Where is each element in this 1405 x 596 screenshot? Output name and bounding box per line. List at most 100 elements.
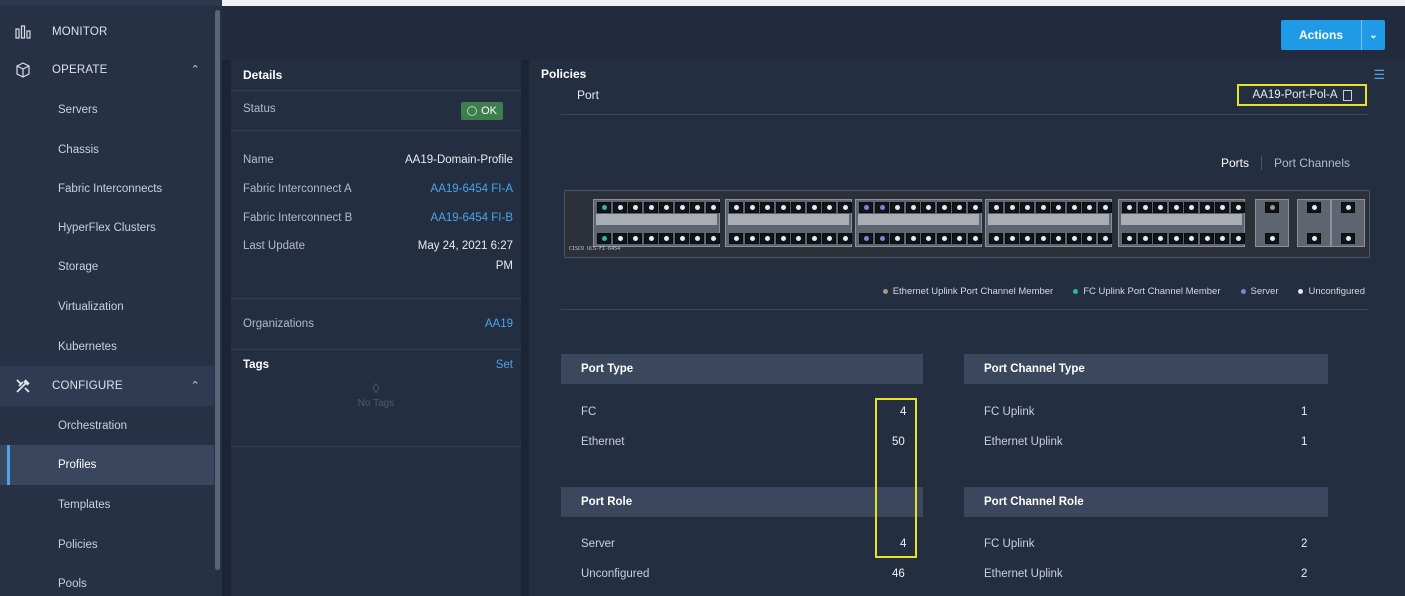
switch-port[interactable] bbox=[837, 233, 852, 244]
switch-port[interactable] bbox=[1168, 202, 1183, 213]
switch-port[interactable] bbox=[760, 233, 774, 244]
sidebar-item-profiles[interactable]: Profiles bbox=[0, 445, 214, 485]
switch-port[interactable] bbox=[1122, 233, 1136, 244]
fi-b-link[interactable]: AA19-6454 FI-B bbox=[431, 212, 513, 224]
switch-port[interactable] bbox=[989, 202, 1003, 213]
switch-port[interactable] bbox=[612, 233, 627, 244]
switch-port[interactable] bbox=[952, 202, 966, 213]
switch-port[interactable] bbox=[1066, 233, 1081, 244]
chevron-up-icon[interactable]: ⌃ bbox=[191, 63, 200, 76]
switch-port[interactable] bbox=[690, 202, 704, 213]
switch-port[interactable] bbox=[822, 202, 836, 213]
switch-port[interactable] bbox=[806, 202, 821, 213]
switch-port[interactable] bbox=[1051, 202, 1065, 213]
uplink-port[interactable] bbox=[1341, 233, 1355, 244]
switch-port[interactable] bbox=[1020, 233, 1034, 244]
switch-port[interactable] bbox=[890, 233, 904, 244]
switch-port[interactable] bbox=[1153, 233, 1167, 244]
switch-port[interactable] bbox=[628, 233, 642, 244]
sidebar-item-policies[interactable]: Policies bbox=[0, 525, 214, 565]
switch-port[interactable] bbox=[628, 202, 642, 213]
switch-port[interactable] bbox=[1199, 233, 1214, 244]
sidebar-item-orchestration[interactable]: Orchestration bbox=[0, 406, 214, 446]
switch-port[interactable] bbox=[729, 202, 743, 213]
switch-port[interactable] bbox=[1215, 202, 1229, 213]
switch-port[interactable] bbox=[690, 233, 704, 244]
switch-port[interactable] bbox=[1004, 233, 1019, 244]
switch-port[interactable] bbox=[1168, 233, 1183, 244]
document-icon[interactable] bbox=[1342, 89, 1352, 101]
switch-port[interactable] bbox=[837, 202, 852, 213]
switch-port[interactable] bbox=[1215, 233, 1229, 244]
switch-port[interactable] bbox=[1097, 202, 1112, 213]
switch-port[interactable] bbox=[729, 233, 743, 244]
tags-set-link[interactable]: Set bbox=[496, 359, 513, 371]
switch-port[interactable] bbox=[1020, 202, 1034, 213]
switch-port[interactable] bbox=[760, 202, 774, 213]
switch-port[interactable] bbox=[874, 233, 889, 244]
sidebar-section-monitor[interactable]: MONITOR bbox=[0, 12, 214, 52]
sidebar-scrollbar[interactable] bbox=[215, 10, 220, 570]
sidebar-item-fabric-interconnects[interactable]: Fabric Interconnects bbox=[0, 169, 214, 209]
sidebar-item-kubernetes[interactable]: Kubernetes bbox=[0, 327, 214, 367]
switch-port[interactable] bbox=[874, 202, 889, 213]
tab-ports[interactable]: Ports bbox=[1221, 156, 1249, 170]
sidebar-item-chassis[interactable]: Chassis bbox=[0, 130, 214, 170]
switch-port[interactable] bbox=[1230, 202, 1245, 213]
switch-port[interactable] bbox=[806, 233, 821, 244]
actions-button[interactable]: Actions ⌄ bbox=[1281, 20, 1385, 50]
sidebar-item-virtualization[interactable]: Virtualization bbox=[0, 287, 214, 327]
switch-port[interactable] bbox=[1137, 233, 1152, 244]
switch-port[interactable] bbox=[659, 202, 673, 213]
switch-port[interactable] bbox=[1184, 233, 1198, 244]
switch-port[interactable] bbox=[1230, 233, 1245, 244]
switch-port[interactable] bbox=[775, 233, 790, 244]
switch-port[interactable] bbox=[1097, 233, 1112, 244]
switch-port[interactable] bbox=[921, 233, 935, 244]
switch-port[interactable] bbox=[1004, 202, 1019, 213]
switch-port[interactable] bbox=[952, 233, 966, 244]
switch-port[interactable] bbox=[859, 233, 873, 244]
switch-port[interactable] bbox=[1199, 202, 1214, 213]
switch-port[interactable] bbox=[674, 202, 689, 213]
switch-port[interactable] bbox=[791, 233, 805, 244]
switch-port[interactable] bbox=[1184, 202, 1198, 213]
switch-port[interactable] bbox=[674, 233, 689, 244]
switch-port[interactable] bbox=[905, 233, 920, 244]
switch-port[interactable] bbox=[597, 233, 611, 244]
sidebar-item-templates[interactable]: Templates bbox=[0, 485, 214, 525]
switch-port[interactable] bbox=[936, 233, 951, 244]
sidebar-section-operate[interactable]: OPERATE ⌃ bbox=[0, 50, 214, 90]
switch-port[interactable] bbox=[989, 233, 1003, 244]
fi-a-link[interactable]: AA19-6454 FI-A bbox=[431, 183, 513, 195]
switch-port[interactable] bbox=[967, 202, 982, 213]
switch-port[interactable] bbox=[1082, 233, 1096, 244]
switch-port[interactable] bbox=[643, 202, 658, 213]
switch-port[interactable] bbox=[1122, 202, 1136, 213]
switch-port[interactable] bbox=[705, 233, 720, 244]
switch-port[interactable] bbox=[921, 202, 935, 213]
sidebar-section-configure[interactable]: CONFIGURE ⌃ bbox=[0, 366, 214, 406]
sidebar-item-hyperflex-clusters[interactable]: HyperFlex Clusters bbox=[0, 208, 214, 248]
uplink-port[interactable] bbox=[1307, 202, 1321, 213]
switch-port[interactable] bbox=[1137, 202, 1152, 213]
switch-port[interactable] bbox=[1153, 202, 1167, 213]
switch-port[interactable] bbox=[659, 233, 673, 244]
uplink-port[interactable] bbox=[1307, 233, 1321, 244]
switch-port[interactable] bbox=[597, 202, 611, 213]
organization-link[interactable]: AA19 bbox=[485, 318, 513, 330]
switch-port[interactable] bbox=[1082, 202, 1096, 213]
switch-port[interactable] bbox=[936, 202, 951, 213]
port-policy-name[interactable]: AA19-Port-Pol-A bbox=[1237, 84, 1367, 106]
switch-port[interactable] bbox=[1066, 202, 1081, 213]
switch-port[interactable] bbox=[890, 202, 904, 213]
uplink-port[interactable] bbox=[1341, 202, 1355, 213]
switch-port[interactable] bbox=[822, 233, 836, 244]
sidebar-item-servers[interactable]: Servers bbox=[0, 90, 214, 130]
switch-port[interactable] bbox=[705, 202, 720, 213]
collapse-menu-icon[interactable]: ☰ bbox=[1373, 67, 1385, 83]
switch-port[interactable] bbox=[775, 202, 790, 213]
chevron-down-icon[interactable]: ⌄ bbox=[1362, 30, 1385, 41]
sidebar-item-storage[interactable]: Storage bbox=[0, 247, 214, 287]
switch-port[interactable] bbox=[643, 233, 658, 244]
